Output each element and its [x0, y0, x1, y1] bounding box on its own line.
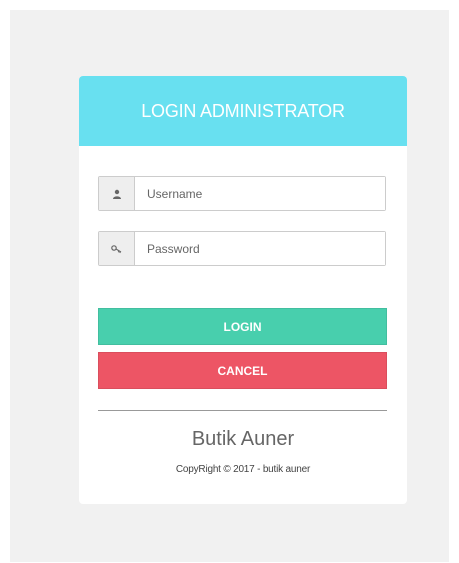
copyright-text: CopyRight © 2017 - butik auner: [175, 464, 311, 475]
key-icon: [99, 232, 135, 265]
username-input[interactable]: [135, 177, 385, 210]
page-title: LOGIN ADMINISTRATOR: [141, 100, 345, 121]
card-header: LOGIN ADMINISTRATOR: [79, 76, 407, 146]
cancel-button[interactable]: CANCEL: [98, 352, 387, 389]
username-group: [98, 176, 386, 211]
user-icon: [99, 177, 135, 210]
password-input[interactable]: [135, 232, 385, 265]
login-button[interactable]: LOGIN: [98, 308, 387, 345]
page-background: LOGIN ADMINISTRATOR LOGIN CANCEL: [10, 10, 449, 562]
brand-name: Butik Auner: [191, 428, 295, 450]
login-card: LOGIN ADMINISTRATOR LOGIN CANCEL: [79, 76, 407, 504]
password-group: [98, 231, 386, 266]
divider: [98, 410, 387, 411]
